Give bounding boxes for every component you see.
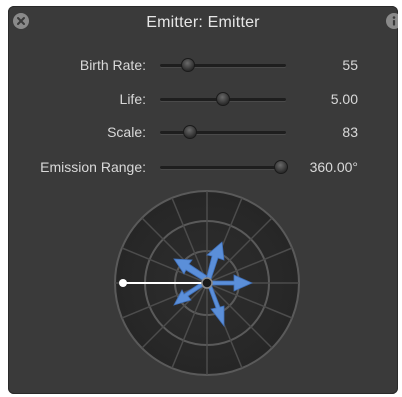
slider-knob[interactable] — [180, 58, 195, 72]
param-value[interactable]: 5.00 — [331, 91, 358, 107]
param-label: Birth Rate: — [79, 57, 146, 73]
slider-knob[interactable] — [273, 160, 288, 174]
life-slider[interactable] — [160, 92, 286, 107]
emission-angle-dial[interactable] — [112, 188, 302, 378]
dial-center — [201, 277, 213, 289]
slider-track — [160, 166, 286, 169]
param-row-emission-range: Emission Range: 360.00° — [8, 158, 398, 178]
slider-track — [160, 131, 286, 134]
param-value[interactable]: 83 — [342, 124, 358, 140]
info-button[interactable] — [386, 13, 398, 29]
param-row-birth-rate: Birth Rate: 55 — [8, 56, 398, 76]
emission-dial-graphic — [114, 190, 300, 376]
hud-titlebar: Emitter: Emitter — [8, 6, 398, 42]
emitter-hud: Emitter: Emitter Birth Rate: 55 Life: 5.… — [8, 6, 398, 394]
param-row-life: Life: 5.00 — [8, 90, 398, 110]
scale-slider[interactable] — [160, 125, 286, 140]
param-label: Emission Range: — [40, 159, 146, 175]
angle-handle[interactable] — [119, 279, 127, 287]
info-icon — [392, 16, 396, 26]
birth-rate-slider[interactable] — [160, 58, 286, 73]
hud-title: Emitter: Emitter — [146, 14, 260, 31]
param-label: Scale: — [107, 124, 146, 140]
emission-range-slider[interactable] — [160, 160, 288, 175]
param-label: Life: — [119, 91, 146, 107]
slider-knob[interactable] — [216, 92, 230, 106]
param-row-scale: Scale: 83 — [8, 123, 398, 143]
param-value[interactable]: 55 — [342, 57, 358, 73]
slider-knob[interactable] — [183, 125, 198, 139]
param-value[interactable]: 360.00° — [310, 159, 358, 175]
slider-track — [160, 64, 286, 67]
